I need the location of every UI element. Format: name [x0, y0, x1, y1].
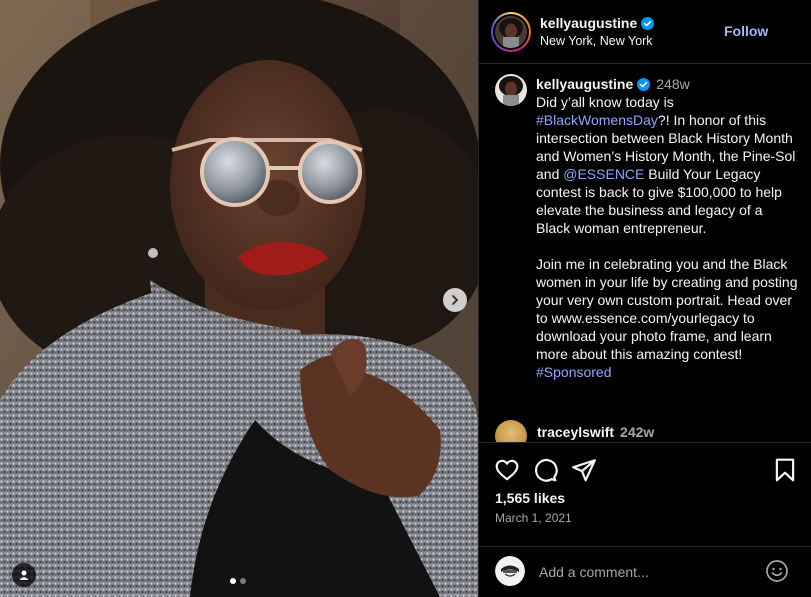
avatar	[495, 16, 527, 48]
post-author-username[interactable]: kellyaugustine	[540, 15, 655, 31]
caption-body: Did y’all know today is #BlackWomensDay?…	[536, 94, 801, 380]
share-icon[interactable]	[571, 457, 597, 483]
comment-header: traceylswift 242w	[537, 424, 654, 440]
post-actions: 1,565 likes March 1, 2021	[479, 442, 811, 546]
caption-timestamp[interactable]: 248w	[656, 76, 689, 92]
hashtag-link[interactable]: #Sponsored	[536, 364, 612, 380]
caption-username[interactable]: kellyaugustine	[536, 76, 633, 92]
story-ring[interactable]	[491, 12, 531, 52]
current-user-avatar	[495, 556, 525, 586]
bookmark-icon[interactable]	[772, 457, 798, 483]
caption-segment: Build Your Legacy contest is back to giv…	[536, 166, 798, 362]
heart-icon[interactable]	[494, 457, 520, 483]
caption-segment: Did y’all know today is	[536, 94, 674, 110]
post-header: kellyaugustine New York, New York Follow	[479, 0, 811, 64]
tagged-users-button[interactable]	[12, 563, 36, 587]
like-count[interactable]: 1,565 likes	[495, 490, 565, 506]
emoji-icon[interactable]	[765, 559, 789, 583]
comments-section[interactable]: kellyaugustine 248w Did y’all know today …	[479, 64, 811, 442]
carousel-dot-active	[230, 578, 236, 584]
comment-timestamp[interactable]: 242w	[620, 424, 654, 440]
add-comment-bar	[479, 546, 811, 597]
post-date[interactable]: March 1, 2021	[495, 511, 572, 525]
post-sidebar: kellyaugustine New York, New York Follow…	[478, 0, 811, 597]
verified-badge-icon	[641, 17, 655, 30]
comment-username[interactable]: traceylswift	[537, 424, 614, 440]
hashtag-link[interactable]: #BlackWomensDay	[536, 112, 658, 128]
instagram-post-modal: kellyaugustine New York, New York Follow…	[0, 0, 811, 597]
caption-text: kellyaugustine 248w Did y’all know today …	[536, 75, 798, 381]
post-location[interactable]: New York, New York	[540, 34, 653, 48]
next-photo-button[interactable]	[443, 288, 467, 312]
post-media[interactable]	[0, 0, 478, 597]
post-photo	[0, 0, 478, 597]
comment-icon[interactable]	[532, 457, 558, 483]
comment-avatar[interactable]	[495, 420, 527, 442]
mention-link[interactable]: @ESSENCE	[563, 166, 644, 182]
username-link[interactable]: kellyaugustine	[540, 15, 637, 31]
user-tag-icon	[19, 570, 29, 580]
follow-button[interactable]: Follow	[724, 23, 768, 39]
comment-input[interactable]	[539, 562, 759, 582]
verified-badge-icon	[637, 78, 651, 91]
carousel-indicator	[230, 578, 246, 584]
carousel-dot	[240, 578, 246, 584]
chevron-right-icon	[452, 295, 458, 305]
caption-avatar[interactable]	[495, 74, 527, 106]
